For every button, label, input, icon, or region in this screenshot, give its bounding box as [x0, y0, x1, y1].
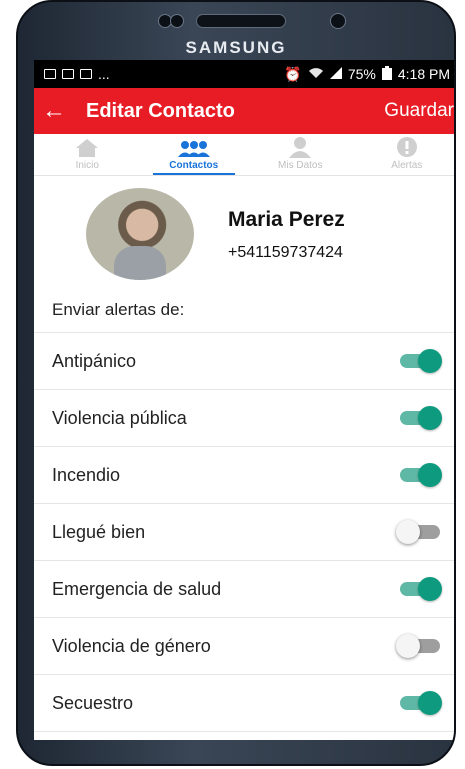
earpiece-speaker — [196, 14, 286, 28]
alert-label: Incendio — [52, 464, 121, 485]
toggle-switch[interactable] — [396, 691, 442, 715]
toggle-switch[interactable] — [396, 406, 442, 430]
alerts-section-label: Enviar alertas de: — [52, 300, 185, 319]
toggle-switch[interactable] — [396, 520, 442, 544]
battery-icon — [381, 65, 392, 83]
contact-name: Maria Perez — [228, 208, 345, 231]
status-right: ⏰ 75% 4:18 PM — [284, 65, 450, 83]
status-left: ... — [44, 66, 110, 82]
alert-row-llegue-bien: Llegué bien — [34, 504, 454, 561]
sensor-dot — [170, 14, 184, 28]
tab-label: Mis Datos — [278, 160, 323, 171]
status-bar: ... ⏰ 75% 4:18 PM — [34, 60, 454, 88]
alert-label: Emergencia de salud — [52, 578, 222, 599]
front-camera — [330, 13, 346, 29]
alert-row-incendio: Incendio — [34, 447, 454, 504]
contact-phone: +541159737424 — [228, 244, 343, 261]
page-title: Editar Contacto — [86, 99, 235, 122]
alert-label: Llegué bien — [52, 521, 146, 542]
tab-label: Alertas — [391, 160, 423, 171]
avatar-shirt — [114, 246, 166, 280]
toggle-switch[interactable] — [396, 577, 442, 601]
image-icon — [62, 69, 74, 79]
alarm-icon: ⏰ — [284, 65, 302, 82]
alert-label: Secuestro — [52, 692, 134, 713]
mail-icon — [44, 69, 56, 79]
alert-list: Antipánico Violencia pública Incendio Ll… — [34, 332, 454, 732]
tab-label: Inicio — [75, 160, 99, 171]
phone-top: SAMSUNG — [18, 2, 454, 58]
toggle-switch[interactable] — [396, 349, 442, 373]
toggle-switch[interactable] — [396, 634, 442, 658]
alert-label: Violencia de género — [52, 635, 211, 656]
wifi-icon — [308, 66, 324, 82]
back-arrow-icon[interactable]: ← — [42, 88, 76, 134]
home-icon — [76, 139, 99, 157]
alert-row-violencia-genero: Violencia de género — [34, 618, 454, 675]
alert-row-emergencia-salud: Emergencia de salud — [34, 561, 454, 618]
device-brand: SAMSUNG — [185, 38, 287, 57]
app-bar: ← Editar Contacto Guardar — [34, 88, 454, 134]
alert-row-violencia-publica: Violencia pública — [34, 390, 454, 447]
battery-percent: 75% — [347, 66, 376, 82]
tab-contactos[interactable]: Contactos — [141, 134, 248, 175]
toggle-switch[interactable] — [396, 463, 442, 487]
tab-mis-datos[interactable]: Mis Datos — [247, 134, 354, 175]
contact-profile: Maria Perez +541159737424 — [34, 176, 454, 288]
more-notifications: ... — [98, 66, 110, 82]
alert-icon — [396, 137, 417, 157]
alert-label: Violencia pública — [52, 407, 187, 428]
tab-alertas[interactable]: Alertas — [354, 134, 455, 175]
alert-label: Antipánico — [52, 350, 137, 371]
alert-row-antipanico: Antipánico — [34, 333, 454, 390]
phone-frame: SAMSUNG ... ⏰ 75% 4:18 PM ← Editar Conta… — [16, 0, 456, 766]
person-icon — [289, 137, 312, 158]
tab-label: Contactos — [169, 160, 219, 171]
contacts-icon — [177, 141, 210, 157]
alert-row-secuestro: Secuestro — [34, 675, 454, 732]
tab-bar: Inicio Contactos Mis Datos Alertas — [34, 134, 455, 176]
signal-icon — [329, 66, 342, 82]
mail-icon — [80, 69, 92, 79]
tab-inicio[interactable]: Inicio — [34, 134, 141, 175]
avatar[interactable] — [86, 188, 194, 280]
screen: ... ⏰ 75% 4:18 PM ← Editar Contacto Guar… — [34, 60, 455, 740]
clock: 4:18 PM — [397, 66, 450, 82]
save-button[interactable]: Guardar — [384, 100, 454, 122]
